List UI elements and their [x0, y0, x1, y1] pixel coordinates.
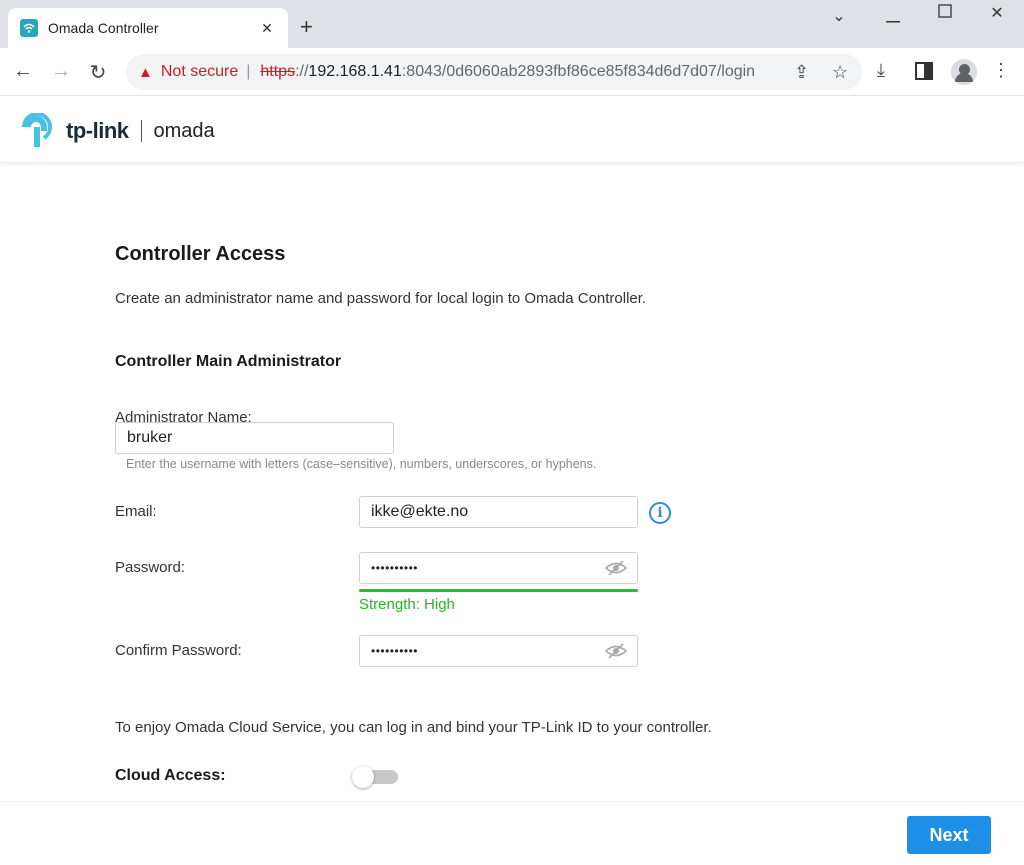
eye-off-icon[interactable] — [604, 559, 628, 577]
controller-access-form: Controller Access Create an administrato… — [0, 163, 1024, 801]
confirm-password-label: Confirm Password: — [115, 642, 242, 659]
product-name: omada — [153, 119, 215, 142]
admin-name-input[interactable]: bruker — [115, 422, 394, 454]
eye-off-icon[interactable] — [604, 642, 628, 660]
not-secure-label: Not secure — [160, 63, 239, 80]
tab-close-icon[interactable]: ✕ — [258, 20, 276, 37]
chevron-down-icon[interactable]: ⌄ — [829, 6, 849, 26]
password-strength-bar — [359, 589, 638, 592]
url-path: :8043/0d6060ab2893fbf86ce85f834d6d7d07/l… — [401, 63, 756, 80]
confirm-password-input[interactable]: •••••••••• — [359, 635, 638, 667]
menu-kebab-icon[interactable]: ⋮ — [992, 60, 1010, 81]
confirm-password-value: •••••••••• — [371, 644, 419, 658]
download-icon[interactable]: ⤓ — [877, 60, 885, 81]
password-label: Password: — [115, 559, 186, 576]
url-host: 192.168.1.41 — [308, 63, 402, 80]
star-icon[interactable]: ☆ — [832, 62, 848, 83]
warning-icon: ▲ — [138, 63, 153, 81]
password-input[interactable]: •••••••••• — [359, 552, 638, 584]
reload-icon[interactable]: ↻ — [86, 60, 110, 85]
logo-divider — [140, 120, 142, 142]
next-button[interactable]: Next — [907, 816, 991, 854]
password-strength-text: Strength: High — [359, 596, 455, 613]
email-label: Email: — [115, 503, 157, 520]
tp-link-logo-icon — [22, 112, 58, 149]
back-icon[interactable]: ← — [11, 60, 35, 83]
browser-tab[interactable]: Omada Controller ✕ — [8, 8, 288, 48]
cloud-description: To enjoy Omada Cloud Service, you can lo… — [115, 719, 712, 736]
email-input[interactable]: ikke@ekte.no — [359, 496, 638, 528]
cloud-access-toggle[interactable] — [352, 766, 398, 788]
browser-tab-strip: Omada Controller ✕ + ⌄ ✕ — [0, 0, 1024, 48]
page-header: tp-link omada — [0, 97, 1024, 163]
window-close-icon[interactable]: ✕ — [987, 3, 1007, 23]
admin-name-hint: Enter the username with letters (case–se… — [126, 457, 597, 471]
url-scheme: https — [260, 63, 296, 80]
page-footer: Next — [0, 801, 1024, 865]
password-value: •••••••••• — [371, 561, 419, 575]
maximize-icon[interactable] — [935, 4, 955, 23]
address-bar[interactable]: ▲ Not secure | https://192.168.1.41:8043… — [126, 54, 862, 90]
profile-avatar-icon[interactable] — [951, 59, 977, 85]
side-panel-icon[interactable] — [915, 62, 933, 85]
url-separator: | — [246, 63, 251, 80]
page-description: Create an administrator name and passwor… — [115, 290, 647, 307]
toggle-knob — [352, 766, 374, 788]
info-icon[interactable]: i — [649, 502, 671, 524]
wifi-icon — [20, 19, 38, 37]
section-title: Controller Main Administrator — [115, 353, 342, 370]
forward-icon[interactable]: → — [49, 60, 73, 83]
cloud-access-label: Cloud Access: — [115, 767, 226, 784]
tab-title: Omada Controller — [48, 20, 159, 36]
share-icon[interactable]: ⇪ — [794, 62, 809, 83]
url-scheme-separator: :// — [295, 63, 309, 80]
minimize-icon[interactable] — [883, 10, 903, 28]
brand-name: tp-link — [66, 118, 129, 143]
page-title: Controller Access — [115, 243, 286, 265]
browser-toolbar: ← → ↻ ▲ Not secure | https://192.168.1.4… — [0, 48, 1024, 96]
new-tab-icon[interactable]: + — [300, 14, 313, 40]
tp-link-omada-logo: tp-link omada — [22, 112, 215, 149]
